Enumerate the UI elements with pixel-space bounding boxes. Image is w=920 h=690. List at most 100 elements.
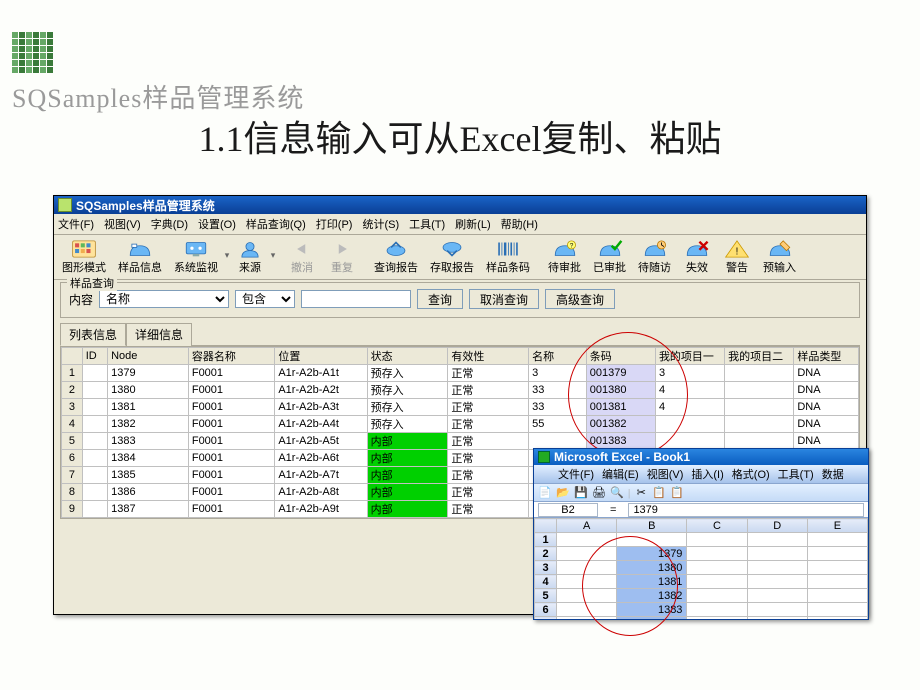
excel-menu-item[interactable]: 视图(V) xyxy=(647,466,684,482)
col-header[interactable]: 样品类型 xyxy=(794,348,859,365)
col-header[interactable]: 位置 xyxy=(275,348,367,365)
app-titlebar[interactable]: SQSamples样品管理系统 xyxy=(54,196,866,214)
tab-列表信息[interactable]: 列表信息 xyxy=(60,323,126,346)
toolbar-label: 预输入 xyxy=(763,259,796,275)
toolbar-查询报告[interactable]: 查询报告 xyxy=(368,237,424,277)
col-header[interactable]: 条码 xyxy=(586,348,655,365)
excel-menu-item[interactable]: 文件(F) xyxy=(558,466,594,482)
paste-icon[interactable]: 📋 xyxy=(670,486,684,500)
toolbar-待审批[interactable]: ?待审批 xyxy=(542,237,587,277)
table-row[interactable]: 21380F0001A1r-A2b-A2t预存入正常330013804DNA xyxy=(62,382,859,399)
copy-icon[interactable]: 📋 xyxy=(652,486,666,500)
print-icon[interactable]: 🖨 xyxy=(592,486,606,500)
search-field-combo[interactable]: 名称 xyxy=(99,290,229,308)
search-query-button[interactable]: 查询 xyxy=(417,289,463,309)
menu-item[interactable]: 帮助(H) xyxy=(501,216,538,232)
excel-titlebar[interactable]: Microsoft Excel - Book1 xyxy=(534,449,868,465)
preview-icon[interactable]: 🔍 xyxy=(610,486,624,500)
toolbar-警告[interactable]: !警告 xyxy=(717,237,757,277)
excel-menu-item[interactable]: 编辑(E) xyxy=(602,466,639,482)
excel-menu-item[interactable]: 数据 xyxy=(822,466,844,482)
slide: SQSamples样品管理系统 1.1信息输入可从Excel复制、粘贴 SQSa… xyxy=(0,0,920,690)
excel-icon xyxy=(538,451,550,463)
search-group: 内容 名称 包含 查询 取消查询 高级查询 xyxy=(60,282,860,318)
toolbar-icon xyxy=(596,239,624,259)
excel-row[interactable]: 51382 xyxy=(535,589,868,603)
toolbar-icon xyxy=(438,239,466,259)
toolbar-预输入[interactable]: 预输入 xyxy=(757,237,802,277)
tab-详细信息[interactable]: 详细信息 xyxy=(126,323,192,346)
menu-item[interactable]: 字典(D) xyxy=(151,216,188,232)
excel-row[interactable]: 21379 xyxy=(535,547,868,561)
toolbar-label: 存取报告 xyxy=(430,259,474,275)
toolbar-失效[interactable]: 失效 xyxy=(677,237,717,277)
col-header[interactable]: Node xyxy=(108,348,189,365)
search-text[interactable] xyxy=(301,290,411,308)
table-row[interactable]: 31381F0001A1r-A2b-A3t预存入正常330013814DNA xyxy=(62,399,859,416)
slide-heading: 1.1信息输入可从Excel复制、粘贴 xyxy=(0,110,920,162)
col-header[interactable]: 我的项目一 xyxy=(655,348,724,365)
toolbar-label: 样品条码 xyxy=(486,259,530,275)
search-advanced-button[interactable]: 高级查询 xyxy=(545,289,615,309)
excel-row[interactable]: 61383 xyxy=(535,603,868,617)
cut-icon[interactable]: ✂ xyxy=(634,486,648,500)
excel-menu-item[interactable]: 格式(O) xyxy=(732,466,770,482)
toolbar-icon: ? xyxy=(551,239,579,259)
toolbar-存取报告[interactable]: 存取报告 xyxy=(424,237,480,277)
toolbar-来源[interactable]: 来源 xyxy=(230,237,270,277)
menu-item[interactable]: 设置(O) xyxy=(198,216,236,232)
excel-row[interactable]: 71384 xyxy=(535,617,868,621)
menu-item[interactable]: 打印(P) xyxy=(316,216,353,232)
toolbar-icon xyxy=(766,239,794,259)
excel-title: Microsoft Excel - Book1 xyxy=(554,450,690,464)
col-header[interactable]: 名称 xyxy=(529,348,587,365)
menu-item[interactable]: 视图(V) xyxy=(104,216,141,232)
excel-col-header[interactable]: B xyxy=(617,519,687,533)
col-header[interactable]: 状态 xyxy=(367,348,448,365)
toolbar-样品信息[interactable]: 样品信息 xyxy=(112,237,168,277)
search-op-combo[interactable]: 包含 xyxy=(235,290,295,308)
menu-item[interactable]: 文件(F) xyxy=(58,216,94,232)
table-row[interactable]: 51383F0001A1r-A2b-A5t内部正常001383DNA xyxy=(62,433,859,450)
menu-item[interactable]: 工具(T) xyxy=(409,216,445,232)
toolbar-重复: 重复 xyxy=(322,237,362,277)
toolbar-样品条码[interactable]: 样品条码 xyxy=(480,237,536,277)
toolbar-label: 样品信息 xyxy=(118,259,162,275)
search-content-label: 内容 xyxy=(69,291,93,308)
toolbar-label: 失效 xyxy=(686,259,708,275)
col-header[interactable]: 有效性 xyxy=(448,348,529,365)
col-header[interactable]: 我的项目二 xyxy=(725,348,794,365)
excel-row[interactable]: 41381 xyxy=(535,575,868,589)
toolbar-待随访[interactable]: 待随访 xyxy=(632,237,677,277)
excel-col-header[interactable]: D xyxy=(747,519,807,533)
toolbar-系统监视[interactable]: 系统监视 xyxy=(168,237,224,277)
toolbar-已审批[interactable]: 已审批 xyxy=(587,237,632,277)
save-icon[interactable]: 💾 xyxy=(574,486,588,500)
toolbar-label: 重复 xyxy=(331,259,353,275)
excel-row[interactable]: 31380 xyxy=(535,561,868,575)
toolbar-label: 警告 xyxy=(726,259,748,275)
excel-menu-item[interactable]: 工具(T) xyxy=(778,466,814,482)
col-header[interactable]: 容器名称 xyxy=(188,348,275,365)
menu-item[interactable]: 样品查询(Q) xyxy=(246,216,306,232)
excel-menu-item[interactable]: 插入(I) xyxy=(691,466,723,482)
toolbar-label: 撤消 xyxy=(291,259,313,275)
excel-col-header[interactable]: E xyxy=(807,519,867,533)
col-header[interactable]: ID xyxy=(82,348,107,365)
toolbar-icon xyxy=(126,239,154,259)
formula-value[interactable]: 1379 xyxy=(628,503,864,517)
menu-item[interactable]: 统计(S) xyxy=(362,216,399,232)
excel-row[interactable]: 1 xyxy=(535,533,868,547)
toolbar-label: 系统监视 xyxy=(174,259,218,275)
menu-item[interactable]: 刷新(L) xyxy=(455,216,490,232)
excel-col-header[interactable]: C xyxy=(687,519,747,533)
excel-grid[interactable]: ABCDE12137931380413815138261383713848138… xyxy=(534,518,868,620)
excel-col-header[interactable]: A xyxy=(557,519,617,533)
name-box[interactable]: B2 xyxy=(538,503,598,517)
toolbar-图形模式[interactable]: 图形模式 xyxy=(56,237,112,277)
search-cancel-button[interactable]: 取消查询 xyxy=(469,289,539,309)
table-row[interactable]: 41382F0001A1r-A2b-A4t预存入正常55001382DNA xyxy=(62,416,859,433)
open-icon[interactable]: 📂 xyxy=(556,486,570,500)
table-row[interactable]: 11379F0001A1r-A2b-A1t预存入正常30013793DNA xyxy=(62,365,859,382)
new-icon[interactable]: 📄 xyxy=(538,486,552,500)
